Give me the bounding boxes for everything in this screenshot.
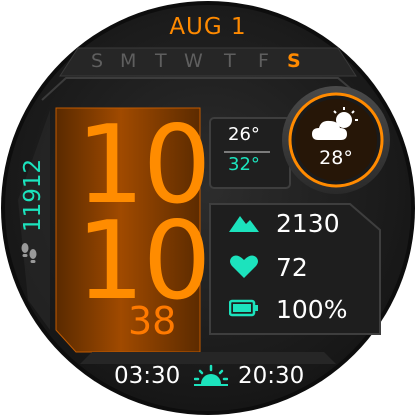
mountain-icon xyxy=(229,216,259,232)
sunset-time: 20:30 xyxy=(238,363,305,389)
steps-count: 11912 xyxy=(20,158,46,232)
heart-icon xyxy=(230,255,258,278)
weekday-sunday: S xyxy=(91,50,104,72)
sunrise-icon xyxy=(194,364,228,386)
seconds-digits: 38 xyxy=(128,299,177,343)
partly-cloudy-icon xyxy=(312,107,358,140)
watch-face: AUG 1 S M T W T F S 10 10 38 26° 32° 28°… xyxy=(0,0,416,416)
footsteps-icon xyxy=(21,243,37,263)
heart-rate-value: 72 xyxy=(276,253,308,282)
current-temperature: 28° xyxy=(319,147,353,169)
weekday-friday: F xyxy=(258,50,269,72)
elevation-value: 2130 xyxy=(276,209,340,238)
battery-value: 100% xyxy=(276,295,348,324)
battery-icon xyxy=(229,299,258,317)
weekday-tuesday: T xyxy=(155,50,167,72)
date-label: AUG 1 xyxy=(169,14,247,40)
weekday-thursday: T xyxy=(224,50,236,72)
temperature-high: 26° xyxy=(228,124,260,145)
temperature-low: 32° xyxy=(228,154,260,175)
weekday-wednesday: W xyxy=(184,50,203,72)
weekday-saturday: S xyxy=(287,50,301,72)
weekday-monday: M xyxy=(120,50,137,72)
sunrise-time: 03:30 xyxy=(114,363,181,389)
